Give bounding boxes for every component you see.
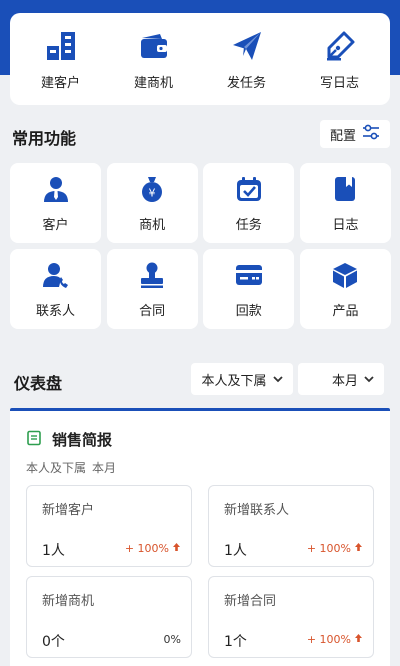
tile-log[interactable]: 日志 — [299, 163, 391, 243]
stat-change: 0% — [164, 633, 181, 646]
stat-new-customers[interactable]: 新增客户 1人 + 100% — [26, 485, 192, 567]
quick-action-send-task[interactable]: 发任务 — [202, 28, 292, 91]
sales-scope-text: 本人及下属 — [26, 461, 87, 475]
sliders-icon — [362, 124, 380, 144]
quick-action-new-customer[interactable]: 建客户 — [16, 28, 106, 91]
common-functions-grid: 客户 ¥ 商机 任务 日志 联系人 合同 回款 产品 — [10, 163, 391, 329]
common-functions-title: 常用功能 — [12, 129, 77, 148]
stat-name: 新增客户 — [42, 503, 95, 518]
tile-label: 联系人 — [35, 303, 75, 319]
stat-change: + 100% — [307, 542, 363, 555]
arrow-up-icon — [172, 542, 181, 555]
stat-new-contacts[interactable]: 新增联系人 1人 + 100% — [208, 485, 374, 567]
stat-value: 1人 — [224, 543, 247, 559]
person-tie-icon — [41, 174, 71, 204]
stat-value: 1人 — [42, 543, 65, 559]
stat-change: + 100% — [307, 633, 363, 646]
sales-period-text: 本月 — [92, 461, 117, 475]
tile-label: 日志 — [332, 217, 359, 233]
sales-brief-scope: 本人及下属 本月 — [26, 459, 116, 476]
chevron-down-icon — [272, 372, 283, 387]
tile-label: 商机 — [139, 217, 166, 233]
tile-task[interactable]: 任务 — [203, 163, 295, 243]
period-dropdown[interactable]: 本月 — [298, 363, 384, 395]
stat-name: 新增联系人 — [224, 503, 290, 518]
quick-actions-card: 建客户 建商机 发任务 写日志 — [10, 13, 390, 105]
config-label: 配置 — [329, 128, 356, 144]
stat-name: 新增合同 — [224, 594, 277, 609]
tile-product[interactable]: 产品 — [299, 249, 391, 329]
quick-action-write-log[interactable]: 写日志 — [295, 28, 385, 91]
report-icon — [26, 430, 42, 450]
wallet-icon — [136, 28, 172, 64]
svg-text:¥: ¥ — [149, 186, 156, 199]
tile-opportunity[interactable]: ¥ 商机 — [106, 163, 198, 243]
yen-bag-icon: ¥ — [137, 174, 167, 204]
tile-contract[interactable]: 合同 — [106, 249, 198, 329]
stat-change-value: + 100% — [306, 542, 351, 555]
stamp-icon — [137, 260, 167, 290]
building-grid-icon — [43, 28, 79, 64]
stat-value: 1个 — [224, 634, 247, 650]
tile-label: 回款 — [235, 303, 262, 319]
stat-change-value: + 100% — [124, 542, 169, 555]
scope-dropdown-value: 本人及下属 — [201, 373, 267, 389]
calendar-check-icon — [234, 174, 264, 204]
person-phone-icon — [41, 260, 71, 290]
tile-customer[interactable]: 客户 — [10, 163, 101, 243]
stat-change-value: + 100% — [306, 633, 351, 646]
dashboard-title: 仪表盘 — [14, 374, 63, 393]
stat-name: 新增商机 — [42, 594, 95, 609]
notebook-icon — [330, 174, 360, 204]
paper-plane-icon — [229, 28, 265, 64]
quick-action-label: 写日志 — [319, 75, 359, 91]
tile-label: 合同 — [139, 303, 166, 319]
pen-nib-icon — [322, 28, 358, 64]
card-icon — [234, 260, 264, 290]
tile-payment[interactable]: 回款 — [203, 249, 295, 329]
stat-new-contracts[interactable]: 新增合同 1个 + 100% — [208, 576, 374, 658]
quick-action-label: 建客户 — [40, 75, 80, 91]
stat-new-opportunities[interactable]: 新增商机 0个 0% — [26, 576, 192, 658]
sales-brief-title: 销售简报 — [52, 431, 113, 449]
scope-dropdown[interactable]: 本人及下属 — [191, 363, 293, 395]
tile-label: 任务 — [235, 217, 262, 233]
quick-action-label: 建商机 — [133, 75, 173, 91]
stat-value: 0个 — [42, 634, 65, 650]
arrow-up-icon — [354, 633, 363, 646]
cube-icon — [330, 260, 360, 290]
config-button[interactable]: 配置 — [320, 120, 390, 148]
tile-label: 客户 — [42, 217, 69, 233]
quick-action-label: 发任务 — [226, 75, 266, 91]
chevron-down-icon — [364, 372, 374, 387]
arrow-up-icon — [354, 542, 363, 555]
period-dropdown-value: 本月 — [331, 373, 358, 389]
sales-brief-card: 销售简报 本人及下属 本月 新增客户 1人 + 100% 新增联系人 1人 + … — [10, 408, 390, 666]
tile-contact[interactable]: 联系人 — [10, 249, 101, 329]
quick-action-new-opportunity[interactable]: 建商机 — [109, 28, 199, 91]
tile-label: 产品 — [332, 303, 359, 319]
sales-brief-header: 销售简报 — [26, 429, 112, 450]
stat-change-value: 0% — [163, 633, 181, 646]
stat-change: + 100% — [125, 542, 181, 555]
